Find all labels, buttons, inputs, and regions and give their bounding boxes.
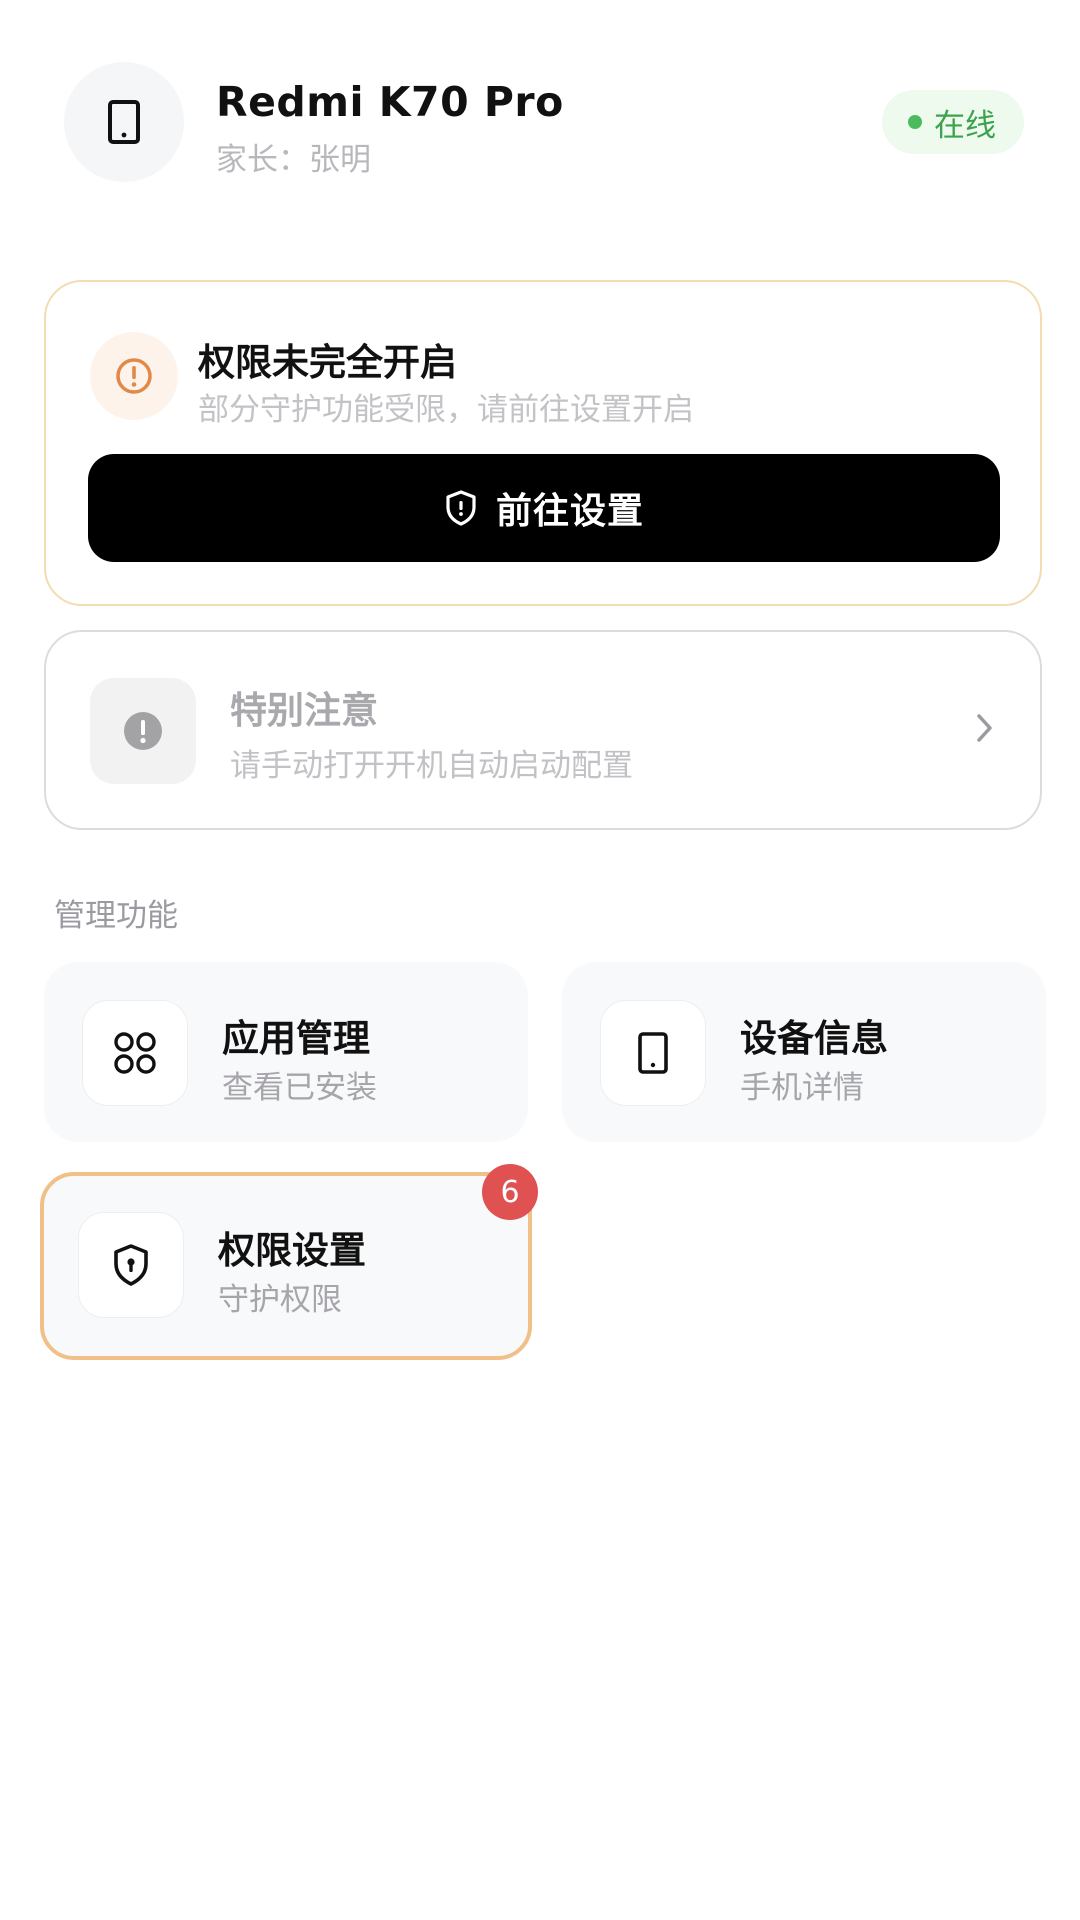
goto-settings-label: 前往设置 [495, 491, 644, 532]
online-dot-icon [908, 115, 922, 129]
app-management-subtitle: 查看已安装 [222, 1070, 377, 1106]
status-text: 在线 [934, 107, 996, 144]
permission-settings-tile[interactable]: 权限设置 守护权限 6 [40, 1164, 538, 1360]
device-name: Redmi K70 Pro [216, 78, 564, 126]
app-management-tile[interactable]: 应用管理 查看已安装 [44, 962, 528, 1142]
device-info-title: 设备信息 [740, 1017, 888, 1060]
goto-settings-button[interactable]: 前往设置 [88, 454, 1000, 562]
attention-card[interactable]: 特别注意 请手动打开开机自动启动配置 [44, 630, 1042, 830]
chevron-right-icon [977, 714, 992, 742]
apps-grid-icon [82, 1000, 188, 1106]
shield-icon [446, 490, 476, 526]
permission-settings-subtitle: 守护权限 [218, 1282, 342, 1318]
shield-icon [78, 1212, 184, 1318]
warning-circle-icon [90, 332, 178, 420]
alert-circle-icon [124, 712, 162, 750]
device-info-tile[interactable]: 设备信息 手机详情 [562, 962, 1046, 1142]
management-section-label: 管理功能 [54, 898, 178, 934]
attention-subtitle: 请手动打开开机自动启动配置 [230, 748, 633, 784]
permission-warning-card: 权限未完全开启 部分守护功能受限，请前往设置开启 前往设置 [44, 280, 1042, 606]
device-header: Redmi K70 Pro 家长：张明 在线 [64, 62, 1024, 182]
status-badge: 在线 [882, 90, 1024, 154]
permission-warning-subtitle: 部分守护功能受限，请前往设置开启 [198, 392, 694, 428]
guardian-label: 家长：张明 [216, 142, 371, 178]
phone-icon [108, 100, 140, 144]
device-avatar [64, 62, 184, 182]
device-info-subtitle: 手机详情 [740, 1070, 864, 1106]
app-management-title: 应用管理 [222, 1017, 370, 1060]
phone-icon [600, 1000, 706, 1106]
permission-warning-title: 权限未完全开启 [198, 341, 457, 384]
notification-count-badge: 6 [482, 1164, 538, 1220]
attention-icon-box [90, 678, 196, 784]
permission-settings-title: 权限设置 [218, 1229, 366, 1272]
attention-title: 特别注意 [230, 689, 378, 732]
